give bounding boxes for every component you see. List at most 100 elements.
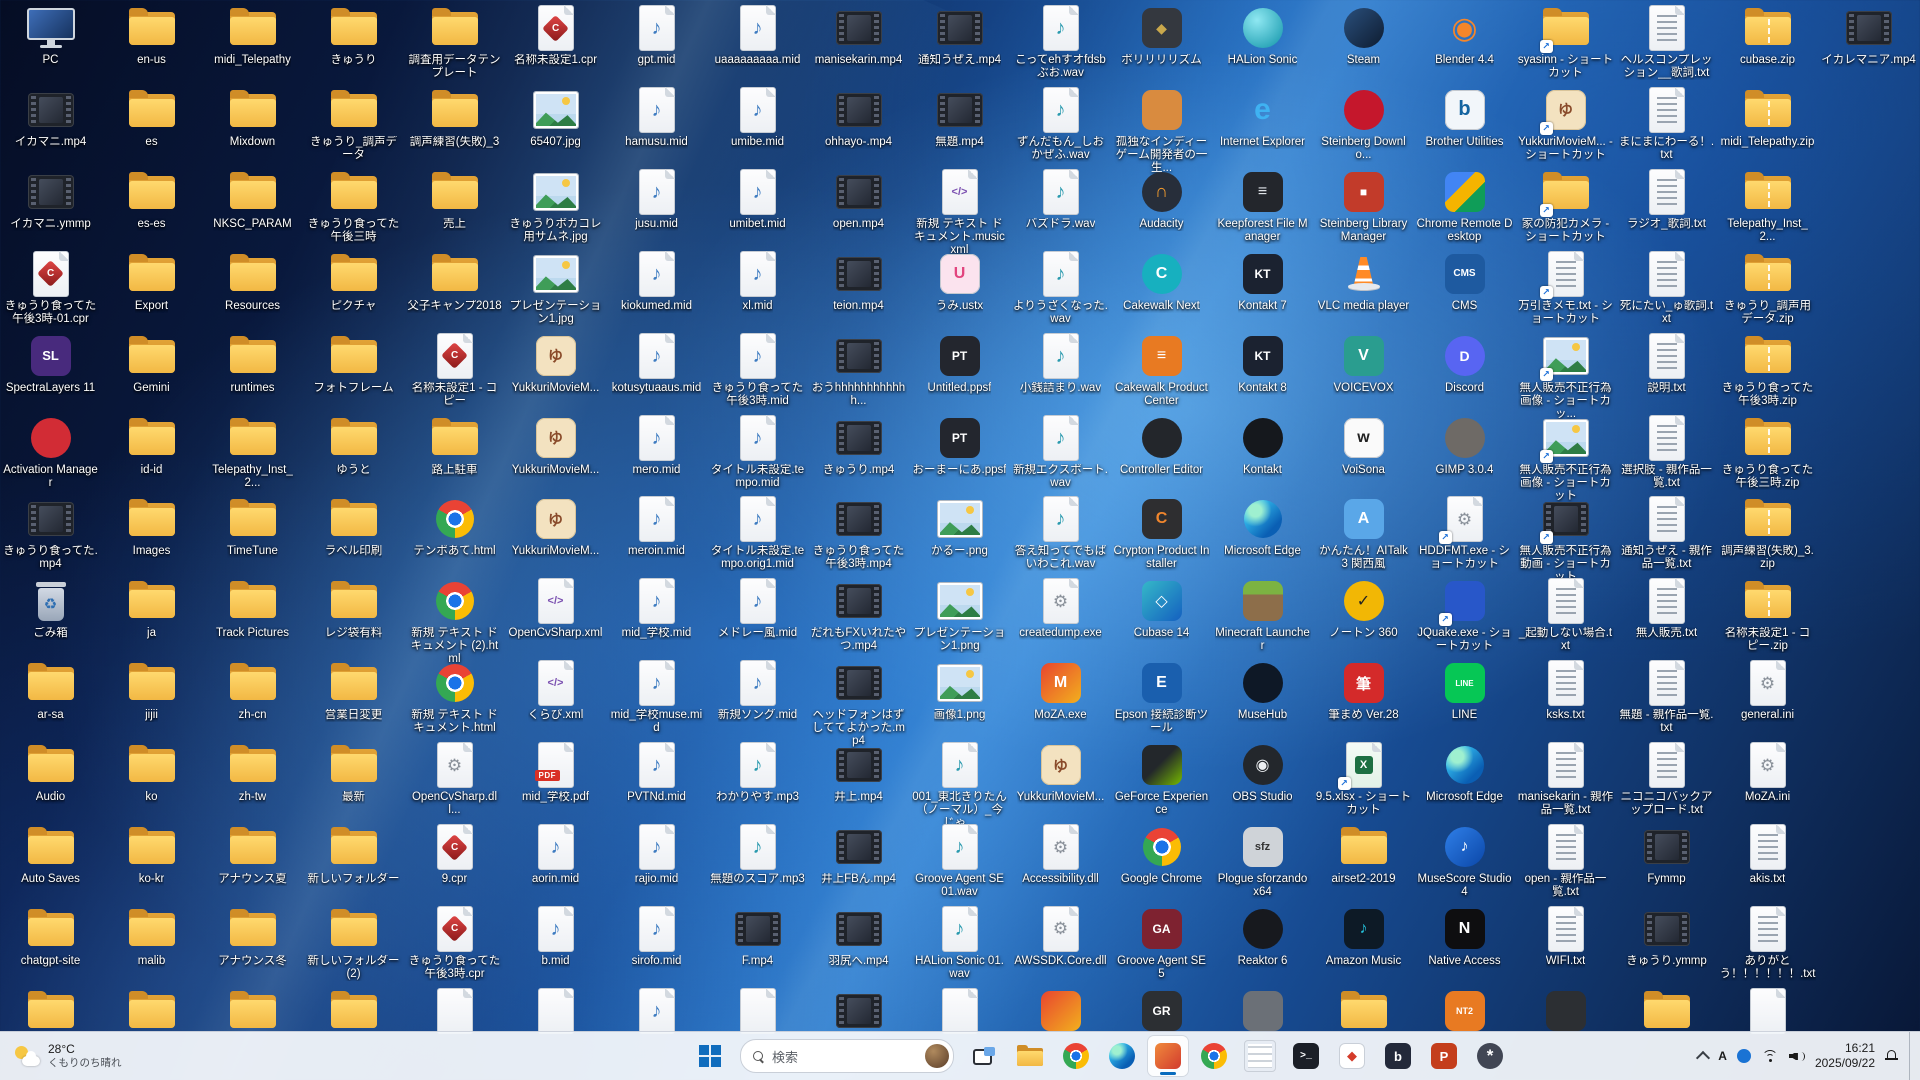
- desktop-icon[interactable]: Export: [103, 249, 200, 313]
- desktop-icon[interactable]: VLC media player: [1315, 249, 1412, 313]
- desktop-icon[interactable]: 孤独なインディーゲーム開発者の一生...: [1113, 85, 1210, 175]
- desktop-icon[interactable]: ♪ gpt.mid: [608, 3, 705, 67]
- desktop-icon[interactable]: レジ袋有料: [305, 576, 402, 640]
- desktop-icon[interactable]: ♪ 無題のスコア.mp3: [709, 822, 806, 886]
- desktop-icon[interactable]: 井上FBん.mp4: [810, 822, 907, 886]
- desktop-icon[interactable]: C 名称未設定1 - コピー: [406, 331, 503, 408]
- desktop-icon[interactable]: ↗ 無人販売不正行為 画像 - ショートカット: [1517, 413, 1614, 503]
- desktop-icon[interactable]: かるー.png: [911, 494, 1008, 558]
- desktop-icon[interactable]: ♪ バズドラ.wav: [1012, 167, 1109, 231]
- desktop-icon[interactable]: ♪ uaaaaaaaaa.mid: [709, 3, 806, 67]
- desktop-icon[interactable]: ↗ syasinn - ショートカット: [1517, 3, 1614, 80]
- desktop-icon[interactable]: Kontakt: [1214, 413, 1311, 477]
- desktop-icon[interactable]: KT Kontakt 8: [1214, 331, 1311, 395]
- desktop-icon[interactable]: きゅうり_調声データ: [305, 85, 402, 162]
- desktop-icon[interactable]: ◉ Blender 4.4: [1416, 3, 1513, 67]
- taskbar-app-recording-app[interactable]: [1148, 1036, 1188, 1076]
- desktop-icon[interactable]: en-us: [103, 3, 200, 67]
- desktop-icon[interactable]: Activation Manager: [2, 413, 99, 490]
- show-desktop-button[interactable]: [1909, 1032, 1914, 1080]
- desktop-icon[interactable]: きゅうりボカコレ用サムネ.jpg: [507, 167, 604, 244]
- desktop-icon[interactable]: C きゅうり食ってた午後3時-01.cpr: [2, 249, 99, 326]
- desktop-icon[interactable]: Controller Editor: [1113, 413, 1210, 477]
- desktop-icon[interactable]: ♪ Amazon Music: [1315, 904, 1412, 968]
- desktop-icon[interactable]: PT Untitled.ppsf: [911, 331, 1008, 395]
- desktop-icon[interactable]: ♪ ずんだもん_しおかぜふ.wav: [1012, 85, 1109, 162]
- desktop-icon[interactable]: SL SpectraLayers 11: [2, 331, 99, 395]
- desktop-icon[interactable]: C 9.cpr: [406, 822, 503, 886]
- desktop-icon[interactable]: [305, 986, 402, 1036]
- desktop-icon[interactable]: ♪ PVTNd.mid: [608, 740, 705, 804]
- desktop-icon[interactable]: ゆ YukkuriMovieM...: [1012, 740, 1109, 804]
- desktop-icon[interactable]: ゆ YukkuriMovieM...: [507, 494, 604, 558]
- desktop-icon[interactable]: ♪ mid_学校.mid: [608, 576, 705, 640]
- desktop-icon[interactable]: ↗ 家の防犯カメラ - ショートカット: [1517, 167, 1614, 244]
- desktop-icon[interactable]: ありがとう！！！！！！.txt: [1719, 904, 1816, 981]
- desktop-icon[interactable]: Audio: [2, 740, 99, 804]
- desktop-icon[interactable]: 井上.mp4: [810, 740, 907, 804]
- desktop-icon[interactable]: [204, 986, 301, 1036]
- desktop-icon[interactable]: ko: [103, 740, 200, 804]
- desktop-icon[interactable]: C きゅうり食ってた午後3時.cpr: [406, 904, 503, 981]
- desktop-icon[interactable]: ゆ YukkuriMovieM...: [507, 413, 604, 477]
- desktop-icon[interactable]: midi_Telepathy: [204, 3, 301, 67]
- desktop-icon[interactable]: 死にたい_ゅ歌詞.txt: [1618, 249, 1715, 326]
- desktop-icon[interactable]: イカマニ.ymmp: [2, 167, 99, 231]
- desktop-icon[interactable]: D Discord: [1416, 331, 1513, 395]
- desktop-icon[interactable]: ♪001_東北きりたん（ノーマル）_今じゃ...: [911, 740, 1008, 830]
- desktop-icon[interactable]: 売上: [406, 167, 503, 231]
- desktop-icon[interactable]: LINE LINE: [1416, 658, 1513, 722]
- desktop-icon[interactable]: midi_Telepathy.zip: [1719, 85, 1816, 149]
- desktop-icon[interactable]: ⚙ MoZA.ini: [1719, 740, 1816, 804]
- desktop-icon[interactable]: U うみ.ustx: [911, 249, 1008, 313]
- desktop-icon[interactable]: id-id: [103, 413, 200, 477]
- weather-widget[interactable]: 28°C くもりのち晴れ: [0, 1032, 136, 1080]
- desktop-icon[interactable]: [103, 986, 200, 1036]
- desktop-icon[interactable]: ohhayo-.mp4: [810, 85, 907, 149]
- desktop-icon[interactable]: ♪ HALion Sonic 01.wav: [911, 904, 1008, 981]
- desktop-icon[interactable]: ⚙ general.ini: [1719, 658, 1816, 722]
- desktop-icon[interactable]: Google Chrome: [1113, 822, 1210, 886]
- desktop-icon[interactable]: _起動しない場合.txt: [1517, 576, 1614, 653]
- desktop-icon[interactable]: ♪ 新規ソング.mid: [709, 658, 806, 722]
- desktop-icon[interactable]: Steam: [1315, 3, 1412, 67]
- desktop-icon[interactable]: NKSC_PARAM: [204, 167, 301, 231]
- desktop-icon[interactable]: ニコニコバックアップロード.txt: [1618, 740, 1715, 817]
- desktop-icon[interactable]: ♪ きゅうり食ってた午後3時.mid: [709, 331, 806, 408]
- desktop-icon[interactable]: ∩ Audacity: [1113, 167, 1210, 231]
- desktop-icon[interactable]: ↗無人販売不正行為 動画 - ショートカット: [1517, 494, 1614, 584]
- desktop-icon[interactable]: ♪ 答え知ってでもばいわこれ.wav: [1012, 494, 1109, 571]
- desktop-icon[interactable]: ♪ 小銭詰まり.wav: [1012, 331, 1109, 395]
- desktop-icon[interactable]: chatgpt-site: [2, 904, 99, 968]
- tray-overflow-chevron-icon[interactable]: [1696, 1050, 1711, 1065]
- desktop-icon[interactable]: ♪ タイトル未設定.tempo.orig1.mid: [709, 494, 806, 571]
- desktop-icon[interactable]: [2, 986, 99, 1036]
- desktop-icon[interactable]: 説明.txt: [1618, 331, 1715, 395]
- desktop-icon[interactable]: ♪ hamusu.mid: [608, 85, 705, 149]
- desktop-icon[interactable]: 画像1.png: [911, 658, 1008, 722]
- notification-bell-icon[interactable]: [1885, 1049, 1899, 1063]
- desktop-icon[interactable]: GeForce Experience: [1113, 740, 1210, 817]
- desktop-icon[interactable]: Chrome Remote Desktop: [1416, 167, 1513, 244]
- desktop-icon[interactable]: X ↗ 9.5.xlsx - ショートカット: [1315, 740, 1412, 817]
- desktop-icon[interactable]: C Crypton Product Installer: [1113, 494, 1210, 571]
- desktop-icon[interactable]: [810, 986, 907, 1036]
- desktop-icon[interactable]: Telepathy_Inst_2...: [204, 413, 301, 490]
- desktop-icon[interactable]: F.mp4: [709, 904, 806, 968]
- desktop-icon[interactable]: zh-tw: [204, 740, 301, 804]
- ime-indicator[interactable]: A: [1718, 1049, 1727, 1063]
- desktop-icon[interactable]: Fymmp: [1618, 822, 1715, 886]
- desktop-icon[interactable]: [406, 986, 503, 1036]
- desktop-icon[interactable]: テンポあて.html: [406, 494, 503, 558]
- desktop-icon[interactable]: ♪ umibe.mid: [709, 85, 806, 149]
- desktop-icon[interactable]: Gemini: [103, 331, 200, 395]
- desktop-icon[interactable]: es: [103, 85, 200, 149]
- desktop-icon[interactable]: PT おーまーにあ.ppsf: [911, 413, 1008, 477]
- desktop-icon[interactable]: ≡ Cakewalk Product Center: [1113, 331, 1210, 408]
- desktop-icon[interactable]: A かんたん！AITalk 3 関西風: [1315, 494, 1412, 571]
- desktop-icon[interactable]: ヘッドフォンはずしててよかった.mp4: [810, 658, 907, 748]
- desktop-icon[interactable]: アナウンス夏: [204, 822, 301, 886]
- desktop-icon[interactable]: [709, 986, 806, 1036]
- desktop-icon[interactable]: V VOICEVOX: [1315, 331, 1412, 395]
- taskbar-app-app-b[interactable]: b: [1378, 1036, 1418, 1076]
